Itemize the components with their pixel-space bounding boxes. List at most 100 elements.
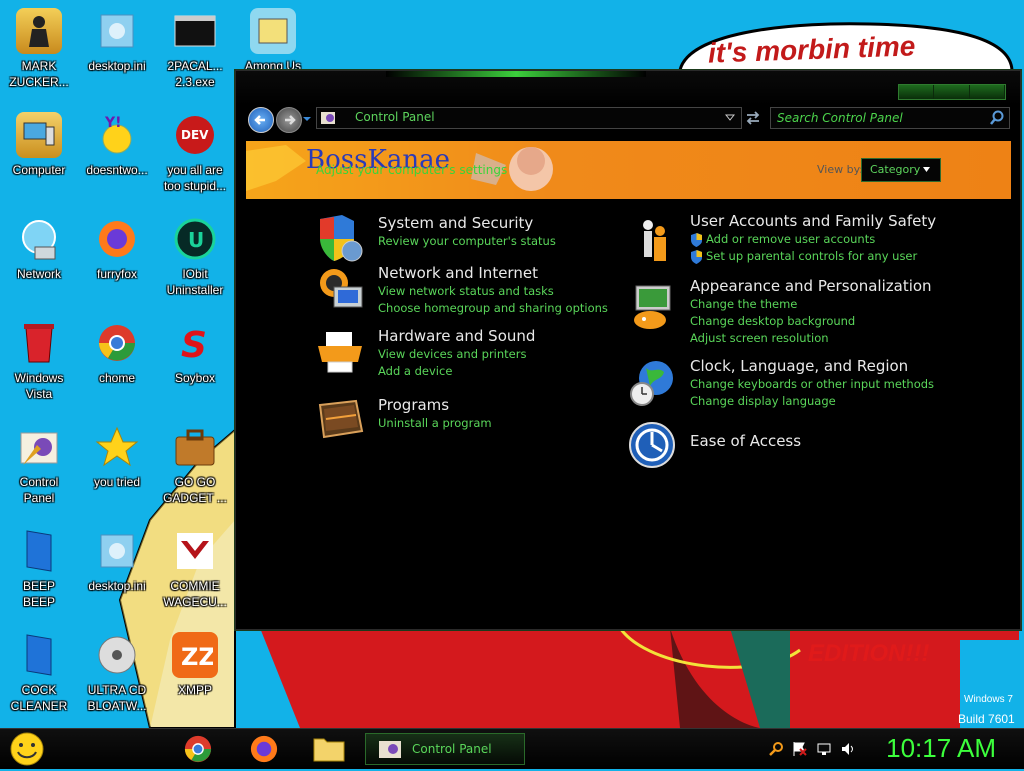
network-tray-icon[interactable] [816, 741, 832, 757]
chrome-icon [94, 320, 140, 366]
svg-text:S: S [181, 325, 207, 365]
desktop-icon-control-panel[interactable]: Control Panel [0, 424, 78, 506]
category-link[interactable]: Add a device [378, 363, 535, 380]
desktop-icon-too-stupid[interactable]: DEV you all are too stupid... [156, 112, 234, 194]
category-title[interactable]: Ease of Access [690, 431, 801, 451]
uac-shield-icon [691, 250, 702, 264]
desktop-icon-among-us[interactable]: Among Us [234, 8, 312, 74]
forward-button[interactable] [276, 107, 302, 133]
category-title[interactable]: Network and Internet [378, 263, 608, 283]
category-network-and-internet: Network and Internet View network status… [318, 263, 648, 323]
desktop-icon-label: chome [98, 371, 136, 385]
category-link[interactable]: Change keyboards or other input methods [690, 376, 934, 393]
category-link[interactable]: View network status and tasks [378, 283, 608, 300]
address-bar[interactable]: Control Panel [316, 107, 742, 129]
category-link[interactable]: Set up parental controls for any user [706, 248, 936, 265]
desktop-icon-furryfox[interactable]: furryfox [78, 216, 156, 282]
taskbar-clock[interactable]: 10:17 AM [886, 733, 996, 764]
desktop-icon-commie[interactable]: COMMIE WAGECU... [156, 528, 234, 610]
window-titlebar[interactable] [236, 71, 1020, 105]
start-button[interactable] [8, 731, 46, 767]
action-center-flag-icon[interactable] [792, 741, 808, 757]
windows-version-watermark: Windows 7 [964, 694, 1013, 705]
caption-buttons[interactable] [898, 84, 1006, 100]
category-user-accounts: User Accounts and Family Safety Add or r… [630, 211, 960, 271]
desktop-icon-mark-zucker[interactable]: MARK ZUCKER... [0, 8, 78, 90]
build-watermark: Build 7601 [958, 712, 1015, 726]
desktop-icon-doesntwo[interactable]: Y! doesntwo... [78, 112, 156, 178]
cd-burner-icon [94, 632, 140, 678]
printer-icon [318, 332, 362, 373]
category-link[interactable]: Adjust screen resolution [690, 330, 932, 347]
desktop-icon-desktop-ini-2[interactable]: desktop.ini [78, 528, 156, 594]
desktop-icon-desktop-ini[interactable]: Computer [0, 112, 78, 178]
clock-globe-icon [630, 361, 673, 406]
category-link[interactable]: Add or remove user accounts [706, 231, 936, 248]
shield-icon [320, 215, 363, 262]
category-link[interactable]: View devices and printers [378, 346, 535, 363]
xampp-icon: ZZ [172, 632, 218, 678]
search-input[interactable] [775, 109, 979, 127]
category-appearance: Appearance and Personalization Change th… [630, 276, 960, 346]
desktop-icon-chome[interactable]: chome [78, 320, 156, 386]
desktop-icon-ultra-cd[interactable]: ULTRA CD BLOATW... [78, 632, 156, 714]
category-link[interactable]: Change display language [690, 393, 934, 410]
desktop-icon-xmpp[interactable]: ZZ XMPP [156, 632, 234, 698]
chrome-icon [184, 735, 212, 763]
paint-palette-icon [634, 285, 671, 329]
address-dropdown-chevron-icon[interactable] [725, 114, 735, 122]
search-box[interactable] [770, 107, 1010, 129]
desktop-icon-windows-vista[interactable]: Windows Vista [0, 320, 78, 402]
category-title[interactable]: Programs [378, 395, 492, 415]
control-panel-icon [16, 424, 62, 470]
desktop-icon-soybox[interactable]: S Soybox [156, 320, 234, 386]
desktop-icon-desktop-ini[interactable]: desktop.ini [78, 8, 156, 74]
svg-text:ZZ: ZZ [181, 643, 213, 671]
network-globe-icon [16, 216, 62, 262]
desktop-icon-label: desktop.ini [88, 579, 146, 593]
category-link[interactable]: Change desktop background [690, 313, 932, 330]
desktop-icon-go-go-gadget[interactable]: GO GO GADGET ... [156, 424, 234, 506]
taskbar-control-panel-button[interactable]: Control Panel [365, 733, 525, 765]
category-title[interactable]: User Accounts and Family Safety [690, 211, 936, 231]
category-system-and-security: System and Security Review your computer… [318, 213, 618, 263]
emblem-icon [172, 528, 218, 574]
desktop-icon-network[interactable]: Network [0, 216, 78, 282]
category-link[interactable]: Review your computer's status [378, 233, 556, 250]
firefox-icon [250, 735, 278, 763]
desktop-icon-label: furryfox [96, 267, 137, 281]
search-icon[interactable] [989, 110, 1005, 126]
desktop-icon-iobit[interactable]: U IObit Uninstaller [156, 216, 234, 298]
view-by-select[interactable]: Category [861, 158, 941, 182]
recent-pages-chevron-icon[interactable] [303, 115, 311, 123]
category-title[interactable]: Hardware and Sound [378, 326, 535, 346]
minimize-button[interactable] [899, 85, 935, 99]
category-title[interactable]: System and Security [378, 213, 556, 233]
category-link[interactable]: Uninstall a program [378, 415, 492, 432]
category-link[interactable]: Choose homegroup and sharing options [378, 300, 608, 317]
view-by-value: Category [870, 163, 921, 176]
taskbar-firefox-button[interactable] [248, 733, 280, 769]
search-tray-icon[interactable] [768, 741, 784, 757]
category-link[interactable]: Change the theme [690, 296, 932, 313]
refresh-icon[interactable] [744, 109, 762, 127]
desktop-icon-label: doesntwo... [86, 163, 148, 177]
maximize-button[interactable] [934, 85, 970, 99]
desktop-icon-cock-cleaner[interactable]: COCK CLEANER [0, 632, 78, 714]
desktop-icon-label: MARK ZUCKER... [9, 59, 69, 89]
taskbar-explorer-button[interactable] [312, 733, 346, 769]
close-button[interactable] [969, 85, 1005, 99]
back-arrow-icon [254, 115, 265, 125]
category-title[interactable]: Clock, Language, and Region [690, 356, 934, 376]
taskbar-chrome-button[interactable] [182, 733, 214, 769]
desktop-icon-label: 2PACAL... 2.3.exe [167, 59, 223, 89]
back-button[interactable] [248, 107, 274, 133]
desktop-icon-label: Computer [12, 163, 66, 177]
desktop-icon-2pacal[interactable]: 2PACAL... 2.3.exe [156, 8, 234, 90]
category-title[interactable]: Appearance and Personalization [690, 276, 932, 296]
desktop-icon-you-tried[interactable]: you tried [78, 424, 156, 490]
desktop-icon-beep-beep[interactable]: BEEP BEEP [0, 528, 78, 610]
page-subtitle: Adjust your computer's settings [316, 163, 508, 177]
control-panel-window[interactable]: Control Panel BossKanae Adjust your comp… [235, 70, 1021, 630]
volume-icon[interactable] [840, 741, 856, 757]
